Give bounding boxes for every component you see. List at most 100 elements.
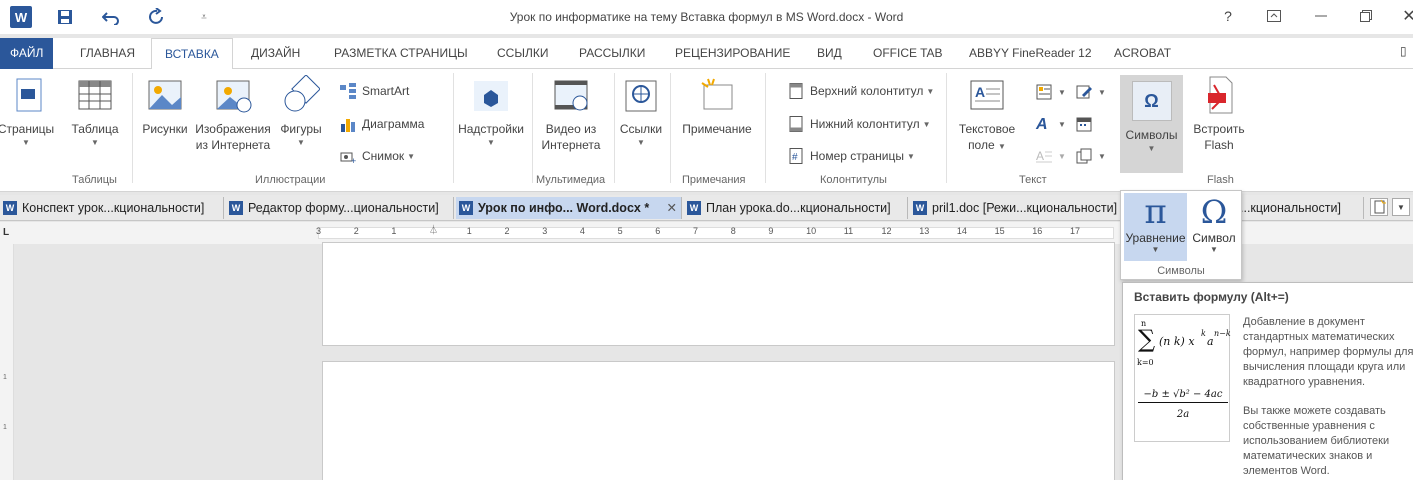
symbol-button[interactable]: Ω Символ ▼ bbox=[1189, 193, 1239, 261]
tab-mailings[interactable]: РАССЫЛКИ bbox=[577, 38, 647, 69]
group-symbols-label: Символы bbox=[1157, 265, 1205, 277]
tab-references[interactable]: ССЫЛКИ bbox=[495, 38, 550, 69]
header-button[interactable]: Верхний колонтитул ▼ bbox=[788, 80, 934, 102]
vruler-mark: 1 bbox=[3, 374, 7, 381]
tab-abbyy[interactable]: ABBYY FineReader 12 bbox=[967, 38, 1094, 69]
addins-button[interactable]: Надстройки ▼ bbox=[456, 75, 526, 149]
comment-button[interactable]: Примечание bbox=[676, 75, 758, 137]
doc-tab[interactable]: ...кциональности] bbox=[1238, 197, 1364, 219]
tab-home[interactable]: ГЛАВНАЯ bbox=[78, 38, 137, 69]
quick-parts-button[interactable]: ▼ bbox=[1036, 81, 1066, 103]
tab-office-tab[interactable]: OFFICE TAB bbox=[871, 38, 945, 69]
symbols-dropdown-icon: ▼ bbox=[1147, 144, 1156, 153]
restore-icon[interactable] bbox=[1351, 4, 1381, 28]
smartart-button[interactable]: SmartArt bbox=[340, 80, 409, 102]
close-icon[interactable]: ✕ bbox=[1394, 4, 1413, 28]
ruler-number: 17 bbox=[1070, 226, 1081, 236]
flash-label-2: Flash bbox=[1204, 138, 1234, 152]
tab-design[interactable]: ДИЗАЙН bbox=[249, 38, 302, 69]
ruler-number: 6 bbox=[655, 226, 661, 236]
svg-text:+: + bbox=[351, 156, 356, 164]
dropcap-button[interactable]: A ▼ bbox=[1036, 145, 1066, 167]
date-time-button[interactable] bbox=[1076, 113, 1098, 135]
tab-file[interactable]: ФАЙЛ bbox=[0, 38, 54, 69]
ruler-number: 11 bbox=[843, 226, 854, 236]
indent-marker-icon[interactable]: ⏃ bbox=[429, 223, 438, 236]
footer-button[interactable]: Нижний колонтитул ▼ bbox=[788, 113, 931, 135]
smartart-label: SmartArt bbox=[362, 84, 410, 98]
page-1-bottom[interactable] bbox=[322, 242, 1115, 346]
ruler-number: 2 bbox=[504, 226, 510, 236]
dropcap-icon: A bbox=[1036, 148, 1052, 164]
doc-tab-label: Редактор форму...циональности] bbox=[248, 201, 439, 215]
omega-icon: Ω bbox=[1200, 193, 1228, 231]
footer-label: Нижний колонтитул bbox=[810, 117, 920, 131]
pages-button[interactable]: Страницы ▼ bbox=[0, 75, 56, 149]
help-button[interactable]: ? bbox=[1213, 4, 1243, 28]
ruler-number: 5 bbox=[617, 226, 623, 236]
tab-selector[interactable]: L bbox=[3, 227, 9, 238]
pictures-button[interactable]: Рисунки bbox=[140, 75, 190, 137]
page-number-icon: # bbox=[788, 148, 804, 164]
ruler-number: 8 bbox=[730, 226, 736, 236]
textbox-button[interactable]: A Текстовое поле ▼ bbox=[952, 75, 1022, 155]
doc-tab-label: Конспект урок...кциональности] bbox=[22, 201, 205, 215]
doc-tab[interactable]: Wpril1.doc [Режи...кциональности] bbox=[910, 197, 1122, 219]
tab-acrobat[interactable]: ACROBAT bbox=[1112, 38, 1173, 69]
embed-flash-button[interactable]: Встроить Flash bbox=[1190, 75, 1248, 153]
group-headers-label: Колонтитулы bbox=[820, 174, 887, 186]
table-button[interactable]: Таблица ▼ bbox=[66, 75, 124, 149]
tab-review[interactable]: РЕЦЕНЗИРОВАНИЕ bbox=[673, 38, 792, 69]
quick-parts-icon bbox=[1036, 84, 1052, 100]
window-title: Урок по информатике на тему Вставка форм… bbox=[509, 10, 904, 24]
ruler-number: 1 bbox=[466, 226, 472, 236]
signature-line-button[interactable]: ▼ bbox=[1076, 81, 1106, 103]
ruler-number: 4 bbox=[579, 226, 585, 236]
user-account-icon[interactable]: ▯ bbox=[1400, 44, 1407, 58]
online-pictures-label-1: Изображения bbox=[195, 122, 271, 136]
pages-label: Страницы bbox=[0, 122, 55, 136]
ribbon-display-options-icon[interactable] bbox=[1259, 4, 1289, 28]
object-button[interactable]: ▼ bbox=[1076, 145, 1106, 167]
divider bbox=[946, 73, 947, 183]
page-number-label: Номер страницы bbox=[810, 149, 904, 163]
vertical-ruler[interactable]: 1 1 bbox=[0, 244, 14, 480]
links-button[interactable]: Ссылки ▼ bbox=[618, 75, 664, 149]
symbols-button[interactable]: Ω Символы ▼ bbox=[1120, 75, 1183, 173]
equation-button[interactable]: π Уравнение ▼ bbox=[1124, 193, 1187, 261]
comment-icon bbox=[698, 75, 736, 115]
online-video-button[interactable]: Видео из Интернета bbox=[536, 75, 606, 153]
addins-dropdown-icon: ▼ bbox=[487, 138, 495, 147]
screenshot-button[interactable]: + Снимок ▼ bbox=[340, 145, 415, 167]
ruler-number: 3 bbox=[316, 226, 322, 236]
tab-insert[interactable]: ВСТАВКА bbox=[151, 38, 233, 70]
online-pictures-button[interactable]: Изображения из Интернета bbox=[194, 75, 272, 153]
object-dropdown-icon: ▼ bbox=[1098, 151, 1106, 161]
page-number-button[interactable]: # Номер страницы ▼ bbox=[788, 145, 915, 167]
flash-label-1: Встроить bbox=[1193, 122, 1245, 136]
doc-tab-active[interactable]: W Урок по инфо... Word.docx * ✕ bbox=[456, 197, 682, 219]
wordart-button[interactable]: A ▼ bbox=[1036, 113, 1066, 135]
close-tab-icon[interactable]: ✕ bbox=[667, 197, 677, 219]
doc-tab[interactable]: W Редактор форму...циональности] bbox=[226, 197, 454, 219]
group-text-label: Текст bbox=[1019, 174, 1047, 186]
minimize-icon[interactable] bbox=[1306, 4, 1336, 28]
textbox-label-1: Текстовое bbox=[958, 122, 1016, 136]
doc-tab[interactable]: W План урока.do...кциональности] bbox=[684, 197, 908, 219]
formula-sum-bottom: k=0 bbox=[1137, 358, 1154, 367]
divider bbox=[670, 73, 671, 183]
group-flash-label: Flash bbox=[1207, 174, 1234, 186]
tab-view[interactable]: ВИД bbox=[815, 38, 844, 69]
doc-tab[interactable]: W Конспект урок...кциональности] bbox=[0, 197, 224, 219]
page-2-top[interactable] bbox=[322, 361, 1115, 480]
pi-icon: π bbox=[1144, 192, 1167, 232]
comment-label: Примечание bbox=[682, 122, 752, 136]
group-illustrations-label: Иллюстрации bbox=[255, 174, 326, 186]
chart-button[interactable]: Диаграмма bbox=[340, 113, 424, 135]
tabs-menu-icon[interactable]: ▼ bbox=[1392, 198, 1410, 216]
page-number-dropdown-icon: ▼ bbox=[906, 151, 915, 161]
tab-page-layout[interactable]: РАЗМЕТКА СТРАНИЦЫ bbox=[332, 38, 470, 69]
wordart-icon: A bbox=[1036, 116, 1048, 133]
new-tab-icon[interactable] bbox=[1370, 198, 1388, 216]
shapes-button[interactable]: Фигуры ▼ bbox=[276, 74, 326, 149]
